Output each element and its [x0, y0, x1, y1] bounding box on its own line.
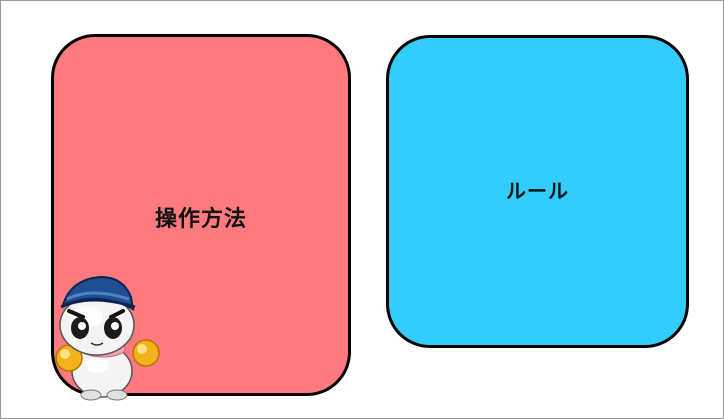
snowman-mascot-icon — [55, 275, 160, 401]
game-screen: 操作方法 ルール — [0, 0, 724, 419]
controls-button-label: 操作方法 — [154, 205, 247, 232]
rules-button-label: ルール — [506, 179, 569, 203]
rules-button[interactable]: ルール — [386, 35, 689, 348]
